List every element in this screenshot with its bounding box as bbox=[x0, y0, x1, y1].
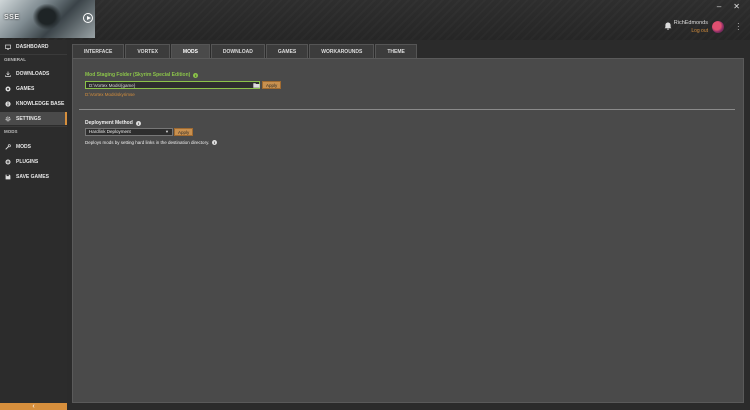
gamepad-icon bbox=[5, 86, 11, 92]
divider bbox=[0, 126, 67, 127]
username: RichEdmonds bbox=[673, 20, 708, 26]
sidebar-item-label: GAMES bbox=[16, 85, 35, 92]
deployment-method-select[interactable]: Hardlink Deployment ▼ bbox=[85, 128, 173, 136]
divider bbox=[0, 54, 67, 55]
gear-icon bbox=[5, 116, 11, 122]
info-icon bbox=[5, 100, 11, 107]
sidebar-item-settings[interactable]: SETTINGS bbox=[0, 112, 67, 125]
chevron-down-icon: ▼ bbox=[165, 129, 169, 134]
sidebar-item-knowledge-base[interactable]: KNOWLEDGE BASE bbox=[0, 97, 67, 110]
sidebar-item-label: SAVE GAMES bbox=[16, 173, 49, 180]
sidebar-item-label: PLUGINS bbox=[16, 158, 39, 165]
tab-mods[interactable]: MODS bbox=[170, 44, 210, 58]
section-header-general: GENERAL bbox=[4, 57, 27, 62]
settings-tabs: INTERFACE VORTEX MODS DOWNLOAD GAMES WOR… bbox=[72, 44, 418, 58]
sidebar-item-dashboard[interactable]: DASHBOARD bbox=[0, 40, 67, 53]
close-icon[interactable]: ✕ bbox=[733, 3, 740, 11]
status-bar bbox=[67, 403, 750, 410]
sidebar-item-label: DOWNLOADS bbox=[16, 70, 50, 77]
sidebar-item-label: MODS bbox=[16, 143, 31, 150]
tab-download[interactable]: DOWNLOAD bbox=[210, 44, 265, 58]
tab-vortex[interactable]: VORTEX bbox=[125, 44, 170, 58]
game-art bbox=[30, 4, 64, 32]
download-icon bbox=[5, 71, 11, 77]
section-header-mods: MODS bbox=[4, 129, 18, 134]
window-controls: – ✕ bbox=[717, 3, 740, 11]
resolved-path-text: D:\Vortex Mods\skyrimse bbox=[85, 92, 135, 97]
tab-interface[interactable]: INTERFACE bbox=[72, 44, 125, 58]
section-divider bbox=[79, 109, 735, 110]
staging-folder-input[interactable] bbox=[85, 81, 260, 89]
game-abbreviation: SSE bbox=[4, 14, 20, 21]
title-bar: SSE – ✕ RichEdmonds Log out · · · bbox=[0, 0, 750, 40]
sidebar-item-downloads[interactable]: DOWNLOADS bbox=[0, 67, 67, 80]
avatar[interactable] bbox=[712, 21, 724, 33]
info-icon[interactable]: i bbox=[193, 72, 199, 78]
apply-deployment-button[interactable]: Apply bbox=[174, 128, 194, 136]
logout-link[interactable]: Log out bbox=[691, 28, 708, 34]
sidebar: DASHBOARD GENERAL DOWNLOADS GAMES KNOWLE… bbox=[0, 40, 67, 403]
deployment-method-label: Deployment Method i bbox=[85, 120, 141, 126]
tab-games[interactable]: GAMES bbox=[265, 44, 309, 58]
apply-staging-button[interactable]: Apply bbox=[262, 81, 282, 89]
info-icon[interactable]: i bbox=[212, 140, 218, 145]
minimize-icon[interactable]: – bbox=[717, 3, 721, 11]
staging-folder-label: Mod Staging Folder (Skyrim Special Editi… bbox=[85, 72, 199, 78]
sidebar-item-games[interactable]: GAMES bbox=[0, 82, 67, 95]
tab-workarounds[interactable]: WORKAROUNDS bbox=[309, 44, 375, 58]
staging-folder-label-text: Mod Staging Folder (Skyrim Special Editi… bbox=[85, 72, 191, 78]
tab-theme[interactable]: THEME bbox=[375, 44, 417, 58]
deployment-description-text: Deploys mods by setting hard links in th… bbox=[85, 140, 210, 145]
sidebar-collapse-button[interactable]: ‹ bbox=[0, 403, 67, 410]
deployment-method-value: Hardlink Deployment bbox=[89, 129, 131, 134]
chevron-left-icon: ‹ bbox=[32, 403, 35, 410]
more-options-icon[interactable]: · · · bbox=[737, 20, 740, 34]
dashboard-icon bbox=[5, 44, 11, 50]
folder-browse-icon[interactable] bbox=[252, 82, 260, 88]
sidebar-item-plugins[interactable]: PLUGINS bbox=[0, 155, 67, 168]
sidebar-item-mods[interactable]: MODS bbox=[0, 140, 67, 153]
info-icon[interactable]: i bbox=[135, 120, 141, 126]
active-game-thumbnail[interactable]: SSE bbox=[0, 0, 95, 38]
sidebar-item-label: SETTINGS bbox=[16, 115, 42, 122]
sidebar-item-label: DASHBOARD bbox=[16, 43, 49, 50]
settings-panel: Mod Staging Folder (Skyrim Special Editi… bbox=[72, 58, 744, 403]
wrench-icon bbox=[5, 143, 11, 150]
sidebar-item-label: KNOWLEDGE BASE bbox=[16, 100, 65, 107]
deployment-method-label-text: Deployment Method bbox=[85, 120, 133, 126]
sidebar-item-save-games[interactable]: SAVE GAMES bbox=[0, 170, 67, 183]
bell-icon[interactable] bbox=[664, 22, 672, 30]
floppy-icon bbox=[5, 174, 11, 180]
play-icon[interactable] bbox=[83, 13, 93, 23]
deployment-description: Deploys mods by setting hard links in th… bbox=[85, 140, 218, 145]
puzzle-icon bbox=[5, 159, 11, 165]
